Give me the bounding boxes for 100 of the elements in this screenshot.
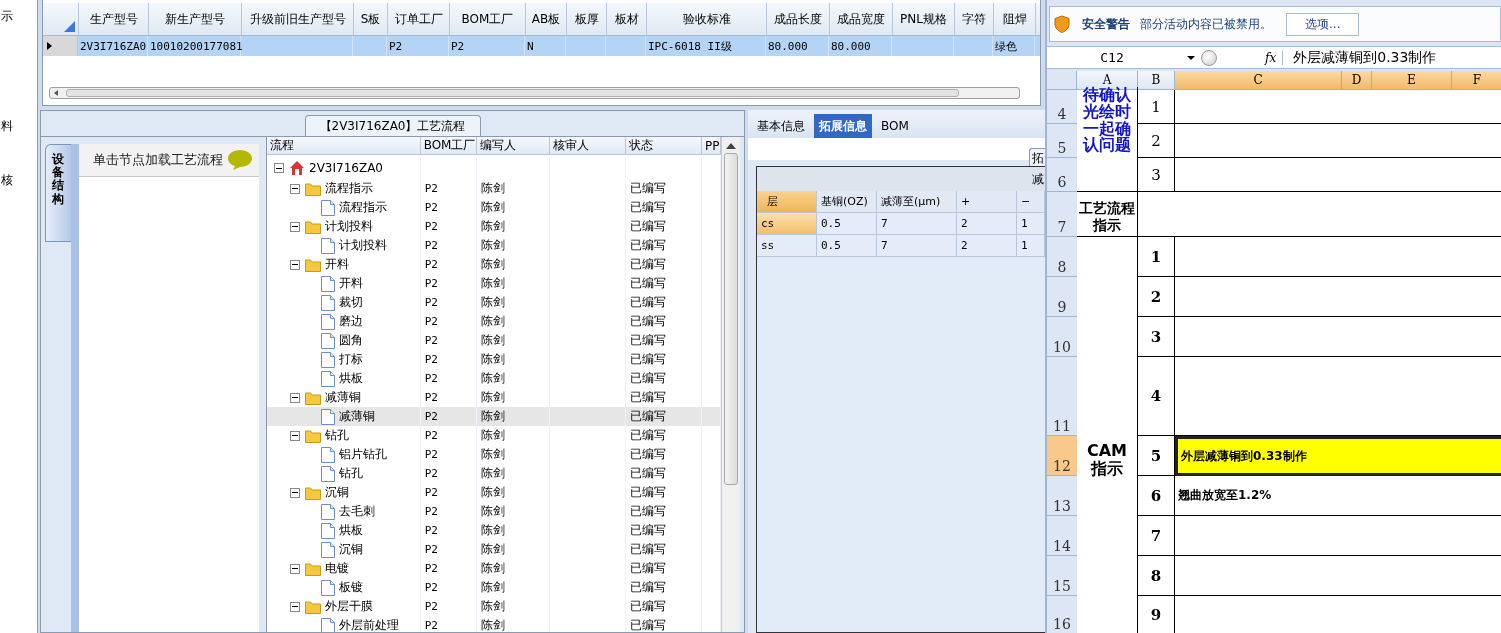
circle-button-icon[interactable] — [1201, 49, 1217, 66]
column-header[interactable]: B — [1138, 71, 1175, 90]
column-header[interactable]: 新生产型号 — [149, 3, 242, 35]
collapse-toggle-icon[interactable] — [290, 392, 300, 403]
tree-row[interactable]: 打标 P2 陈剑 已编写 — [267, 350, 722, 369]
column-header[interactable]: 板材 — [607, 3, 647, 35]
horizontal-scrollbar[interactable] — [49, 87, 1020, 99]
column-header[interactable]: − — [1017, 191, 1045, 213]
tree-row[interactable]: 流程指示 P2 陈剑 已编写 — [267, 198, 722, 217]
column-header[interactable]: 成品宽度 — [830, 3, 893, 35]
vertical-tab[interactable]: 设备结构 — [45, 144, 71, 242]
function-button[interactable]: fx — [1259, 50, 1284, 65]
tree-row[interactable]: 烘板 P2 陈剑 已编写 — [267, 369, 722, 388]
item-number: 4 — [1150, 387, 1162, 405]
row-header[interactable]: 12 — [1047, 436, 1077, 476]
column-header[interactable]: BOM工厂 — [420, 137, 477, 154]
column-header[interactable]: 状态 — [626, 137, 703, 154]
spreadsheet-cell[interactable]: 外层减薄铜到0.33制作 — [1175, 436, 1501, 476]
tree-row[interactable]: 流程指示 P2 陈剑 已编写 — [267, 179, 722, 198]
tree-row[interactable]: 磨边 P2 陈剑 已编写 — [267, 312, 722, 331]
table-cell: 陈剑 — [480, 180, 505, 197]
column-header[interactable]: 字符 — [955, 3, 994, 35]
tab[interactable]: 拓展信息 — [814, 114, 872, 138]
row-header[interactable]: 5 — [1047, 124, 1077, 158]
row-header[interactable]: 13 — [1047, 476, 1077, 516]
formula-field[interactable]: 外层减薄铜到0.33制作 — [1283, 48, 1437, 67]
table-cell: 已编写 — [630, 256, 667, 273]
tree-row[interactable]: 沉铜 P2 陈剑 已编写 — [267, 540, 722, 559]
tree-row[interactable]: 钻孔 P2 陈剑 已编写 — [267, 464, 722, 483]
column-header[interactable]: AB板 — [526, 3, 567, 35]
tree-row[interactable]: 计划投料 P2 陈剑 已编写 — [267, 236, 722, 255]
collapse-toggle-icon[interactable] — [274, 163, 284, 173]
column-header[interactable]: 订单工厂 — [388, 3, 450, 35]
vertical-scrollbar[interactable] — [721, 137, 740, 632]
column-header[interactable]: PNL规格 — [893, 3, 955, 35]
tree-row[interactable]: 2V3I716ZA0 — [267, 157, 722, 179]
row-header[interactable]: 8 — [1047, 237, 1077, 277]
row-header[interactable]: 9 — [1047, 277, 1077, 317]
column-header[interactable]: 升级前旧生产型号 — [242, 3, 354, 35]
tree-row[interactable]: 开料 P2 陈剑 已编写 — [267, 274, 722, 293]
tree-row[interactable]: 外层前处理 P2 陈剑 已编写 — [267, 616, 722, 632]
collapse-toggle-icon[interactable] — [290, 601, 300, 612]
tree-row[interactable]: 裁切 P2 陈剑 已编写 — [267, 293, 722, 312]
column-header[interactable]: 编写人 — [476, 137, 551, 154]
tree-row[interactable]: 计划投料 P2 陈剑 已编写 — [267, 217, 722, 236]
tree-row[interactable]: 铝片钻孔 P2 陈剑 已编写 — [267, 445, 722, 464]
column-header[interactable]: D — [1342, 71, 1372, 90]
column-header[interactable]: 成品长度 — [767, 3, 830, 35]
collapse-toggle-icon[interactable] — [290, 487, 300, 498]
row-header[interactable]: 15 — [1047, 556, 1077, 596]
row-header[interactable]: 14 — [1047, 516, 1077, 556]
item-number: 2 — [1151, 131, 1161, 150]
column-header[interactable]: F — [1452, 71, 1501, 90]
column-header[interactable]: BOM工厂 — [450, 3, 526, 35]
collapse-toggle-icon[interactable] — [290, 183, 300, 194]
column-header[interactable]: 层 — [757, 191, 817, 213]
table-cell: 陈剑 — [480, 579, 505, 596]
tree-row[interactable]: 开料 P2 陈剑 已编写 — [267, 255, 722, 274]
row-header[interactable]: 7 — [1047, 192, 1077, 237]
column-header[interactable]: 生产型号 — [79, 3, 149, 35]
row-header[interactable]: 11 — [1047, 357, 1077, 436]
tree-row[interactable]: 烘板 P2 陈剑 已编写 — [267, 521, 722, 540]
tree-row[interactable]: 减薄铜 P2 陈剑 已编写 — [267, 407, 722, 426]
column-header[interactable]: E — [1372, 71, 1452, 90]
tree-row[interactable]: 去毛刺 P2 陈剑 已编写 — [267, 502, 722, 521]
options-button[interactable]: 选项... — [1286, 12, 1360, 36]
tab[interactable]: BOM — [876, 114, 914, 138]
row-header[interactable]: 10 — [1047, 317, 1077, 357]
tree-row[interactable]: 圆角 P2 陈剑 已编写 — [267, 331, 722, 350]
tab[interactable]: 基本信息 — [752, 114, 810, 138]
name-box[interactable]: C12 — [1047, 50, 1177, 65]
table-row[interactable]: 2V3I716ZA0 10010200177081 P2 P2 N IPC-6018 II级 80.000 80.000 绿色 — [43, 36, 1040, 56]
column-header[interactable]: 核审人 — [550, 137, 627, 154]
row-header[interactable]: 4 — [1047, 90, 1077, 124]
row-header[interactable]: 16 — [1047, 596, 1077, 633]
column-header[interactable]: 减薄至(μm) — [877, 191, 957, 213]
toolbar-button[interactable]: 拓 — [1029, 148, 1045, 168]
row-header[interactable]: 6 — [1047, 158, 1077, 192]
column-header[interactable]: 验收标准 — [647, 3, 767, 35]
tree-row[interactable]: 电镀 P2 陈剑 已编写 — [267, 559, 722, 578]
item-number: 1 — [1151, 97, 1161, 116]
tree-row[interactable]: 沉铜 P2 陈剑 已编写 — [267, 483, 722, 502]
tree-row[interactable]: 钻孔 P2 陈剑 已编写 — [267, 426, 722, 445]
column-header[interactable]: 流程 — [267, 137, 421, 154]
column-header[interactable]: + — [957, 191, 1017, 213]
column-header[interactable]: 板厚 — [567, 3, 607, 35]
column-header[interactable]: S板 — [354, 3, 388, 35]
collapse-toggle-icon[interactable] — [290, 430, 300, 441]
tree-row[interactable]: 板镀 P2 陈剑 已编写 — [267, 578, 722, 597]
collapse-toggle-icon[interactable] — [290, 259, 300, 270]
caret-icon[interactable] — [1187, 55, 1195, 60]
collapse-toggle-icon[interactable] — [290, 563, 300, 574]
tree-row[interactable]: 外层干膜 P2 陈剑 已编写 — [267, 597, 722, 616]
tree-label: 钻孔 — [339, 465, 363, 482]
column-header[interactable]: 基铜(OZ) — [817, 191, 877, 213]
column-header[interactable]: 阻焊 — [994, 3, 1036, 35]
column-header[interactable]: C — [1175, 71, 1342, 90]
collapse-toggle-icon[interactable] — [290, 221, 300, 232]
table-cell: 2V3I716ZA0 — [78, 36, 148, 56]
table-cell: 陈剑 — [480, 294, 505, 311]
